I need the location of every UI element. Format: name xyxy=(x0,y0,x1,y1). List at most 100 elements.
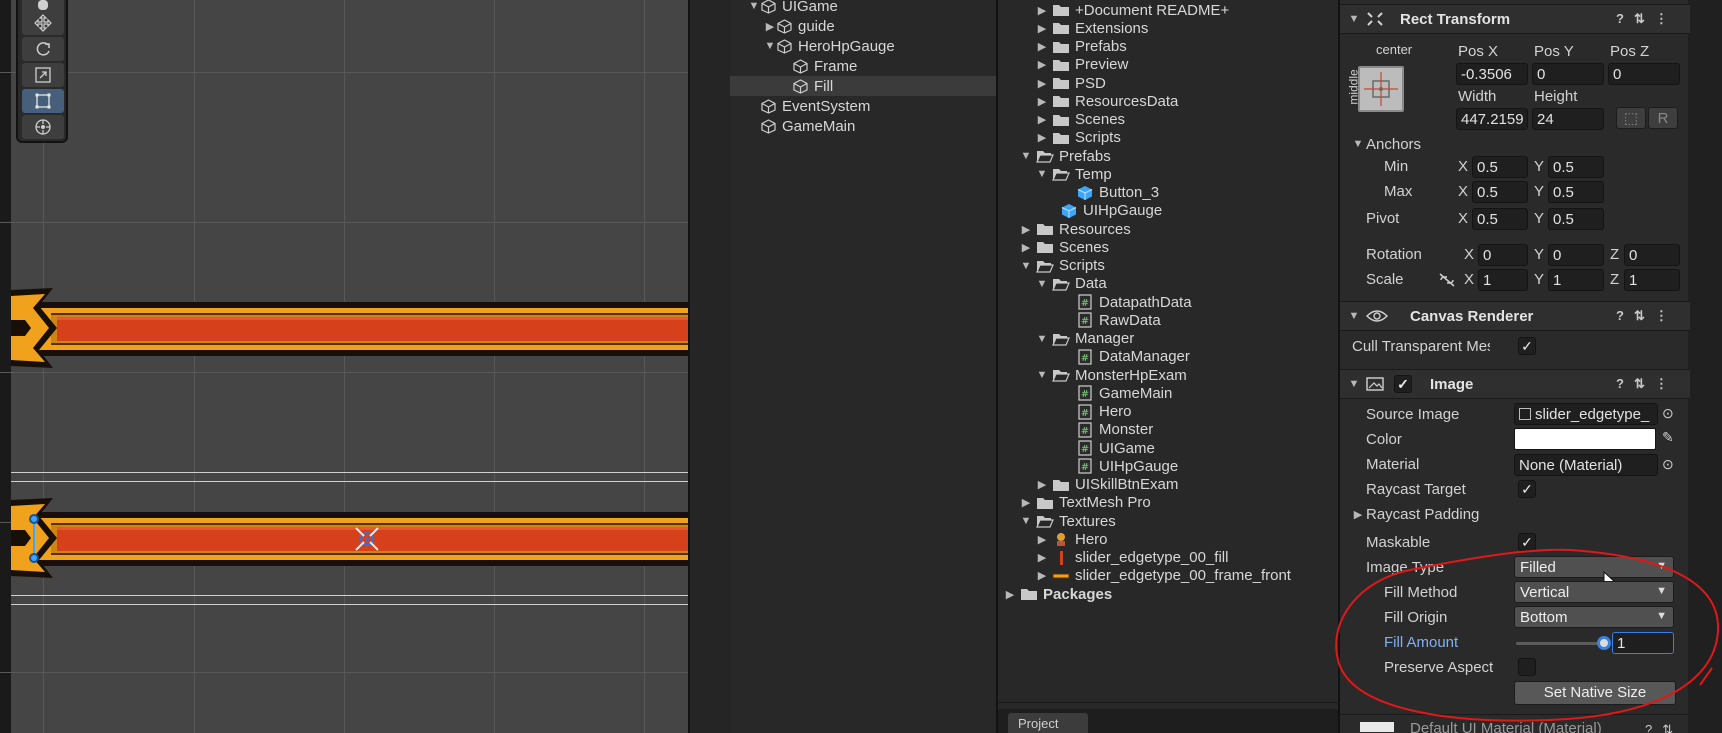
pos-z-field[interactable]: 0 xyxy=(1608,63,1680,85)
project-item[interactable]: ▶ UISkillBtnExam xyxy=(998,475,1338,495)
project-item[interactable]: ▼ Manager xyxy=(998,329,1338,349)
anchor-max-y-field[interactable]: 0.5 xyxy=(1548,181,1604,203)
expanded-arrow-icon[interactable]: ▼ xyxy=(1036,333,1048,345)
expanded-arrow-icon[interactable]: ▼ xyxy=(748,0,760,12)
expanded-arrow-icon[interactable]: ▼ xyxy=(1036,369,1048,381)
scale-tool-button[interactable] xyxy=(22,63,64,87)
collapsed-arrow-icon[interactable]: ▶ xyxy=(1036,478,1048,491)
scale-y-field[interactable]: 1 xyxy=(1548,269,1604,291)
preset-icon[interactable]: ⇅ xyxy=(1634,11,1645,27)
project-item[interactable]: ▶ slider_edgetype_00_frame_front xyxy=(998,566,1338,586)
height-field[interactable]: 24 xyxy=(1532,108,1604,130)
width-field[interactable]: 447.2159 xyxy=(1456,108,1528,130)
collapsed-arrow-icon[interactable]: ▶ xyxy=(1036,131,1048,144)
rect-transform-header[interactable]: ▼ Rect Transform ? ⇅ ⋮ xyxy=(1340,4,1690,34)
pivot-x-field[interactable]: 0.5 xyxy=(1472,208,1528,230)
canvas-renderer-header[interactable]: ▼ Canvas Renderer ? ⇅ ⋮ xyxy=(1340,301,1690,331)
expanded-arrow-icon[interactable]: ▼ xyxy=(1020,515,1032,527)
kebab-menu-icon[interactable]: ⋮ xyxy=(1655,308,1668,324)
project-item[interactable]: # UIGame xyxy=(998,438,1338,458)
project-item[interactable]: ▼ Scripts xyxy=(998,256,1338,276)
collapsed-arrow-icon[interactable]: ▶ xyxy=(1036,40,1048,53)
collapsed-arrow-icon[interactable]: ▶ xyxy=(1036,22,1048,35)
anchor-presets-button[interactable] xyxy=(1358,66,1404,112)
project-item[interactable]: ▶ +Document README+ xyxy=(998,0,1338,20)
project-item[interactable]: # DataManager xyxy=(998,347,1338,367)
project-item[interactable]: ▶ TextMesh Pro xyxy=(998,493,1338,513)
expanded-arrow-icon[interactable]: ▼ xyxy=(1020,260,1032,272)
collapsed-arrow-icon[interactable]: ▶ xyxy=(1036,95,1048,108)
scene-view[interactable] xyxy=(0,0,688,733)
preset-icon[interactable]: ⇅ xyxy=(1634,308,1645,324)
collapsed-arrow-icon[interactable]: ▶ xyxy=(1020,496,1032,509)
project-item[interactable]: # UIHpGauge xyxy=(998,456,1338,476)
tab-project[interactable]: Project xyxy=(1008,713,1088,733)
collapsed-arrow-icon[interactable]: ▶ xyxy=(1020,223,1032,236)
project-item[interactable]: ▶ Packages xyxy=(998,584,1338,604)
project-item[interactable]: # Monster xyxy=(998,420,1338,440)
project-item[interactable]: ▶ PSD xyxy=(998,73,1338,93)
help-icon[interactable]: ? xyxy=(1616,376,1624,392)
hp-gauge-fill-sprite[interactable] xyxy=(11,490,688,586)
hierarchy-item[interactable]: ▶ guide xyxy=(730,16,996,36)
project-item[interactable]: ▶ Scenes xyxy=(998,237,1338,257)
collapsed-arrow-icon[interactable]: ▶ xyxy=(1036,533,1048,546)
pivot-icon[interactable] xyxy=(352,524,382,554)
expanded-arrow-icon[interactable]: ▼ xyxy=(1020,150,1032,162)
cull-transparent-checkbox[interactable]: ✓ xyxy=(1518,337,1536,355)
project-item[interactable]: ▶ Resources xyxy=(998,219,1338,239)
project-item[interactable]: ▼ Temp xyxy=(998,164,1338,184)
project-item[interactable]: ▶ Scenes xyxy=(998,110,1338,130)
collapsed-arrow-icon[interactable]: ▶ xyxy=(764,20,776,33)
pivot-y-field[interactable]: 0.5 xyxy=(1548,208,1604,230)
hierarchy-item[interactable]: Fill xyxy=(730,76,996,96)
raycast-target-checkbox[interactable]: ✓ xyxy=(1518,480,1536,498)
pos-y-field[interactable]: 0 xyxy=(1532,63,1604,85)
project-item[interactable]: ▼ Textures xyxy=(998,511,1338,531)
project-item[interactable]: ▶ Extensions xyxy=(998,18,1338,38)
source-image-field[interactable]: slider_edgetype_ xyxy=(1514,403,1658,425)
kebab-menu-icon[interactable]: ⋮ xyxy=(1655,376,1668,392)
hierarchy-item[interactable]: Frame xyxy=(730,56,996,76)
project-item[interactable]: ▼ Prefabs xyxy=(998,146,1338,166)
project-item[interactable]: ▼ MonsterHpExam xyxy=(998,365,1338,385)
image-header[interactable]: ▼ ✓ Image ? ⇅ ⋮ xyxy=(1340,369,1690,399)
project-item[interactable]: ▶ slider_edgetype_00_fill xyxy=(998,548,1338,568)
project-item[interactable]: UIHpGauge xyxy=(998,201,1338,221)
project-item[interactable]: # DatapathData xyxy=(998,292,1338,312)
collapsed-arrow-icon[interactable]: ▶ xyxy=(1036,4,1048,17)
scale-z-field[interactable]: 1 xyxy=(1624,269,1680,291)
project-item[interactable]: ▶ Prefabs xyxy=(998,37,1338,57)
project-item[interactable]: ▶ Hero xyxy=(998,529,1338,549)
hp-gauge-frame-sprite[interactable] xyxy=(11,280,688,376)
object-picker-icon[interactable]: ⊙ xyxy=(1662,456,1674,473)
help-icon[interactable]: ? xyxy=(1616,11,1624,27)
image-enabled-checkbox[interactable]: ✓ xyxy=(1394,375,1412,393)
preset-icon[interactable]: ⇅ xyxy=(1634,376,1645,392)
anchors-collapse-arrow-icon[interactable]: ▼ xyxy=(1352,138,1364,150)
project-item[interactable]: ▼ Data xyxy=(998,274,1338,294)
rect-handle-top-left[interactable] xyxy=(29,514,39,524)
expanded-arrow-icon[interactable]: ▼ xyxy=(764,40,776,52)
scale-x-field[interactable]: 1 xyxy=(1478,269,1528,291)
collapsed-arrow-icon[interactable]: ▶ xyxy=(1036,58,1048,71)
project-item[interactable]: ▶ Preview xyxy=(998,55,1338,75)
hierarchy-item[interactable]: ▼ HeroHpGauge xyxy=(730,36,996,56)
transform-tool-button[interactable] xyxy=(22,115,64,139)
raw-edit-button[interactable]: R xyxy=(1648,107,1678,129)
hierarchy-item[interactable]: ▼ UIGame xyxy=(730,0,996,16)
anchor-max-x-field[interactable]: 0.5 xyxy=(1472,181,1528,203)
anchor-min-y-field[interactable]: 0.5 xyxy=(1548,156,1604,178)
rotation-y-field[interactable]: 0 xyxy=(1548,244,1604,266)
rotate-tool-button[interactable] xyxy=(22,37,64,61)
collapsed-arrow-icon[interactable]: ▶ xyxy=(1036,77,1048,90)
constrain-proportions-icon[interactable] xyxy=(1438,272,1456,288)
eyedropper-icon[interactable]: ✎ xyxy=(1662,429,1674,446)
collapsed-arrow-icon[interactable]: ▶ xyxy=(1020,241,1032,254)
collapsed-arrow-icon[interactable]: ▶ xyxy=(1004,588,1016,601)
collapsed-arrow-icon[interactable]: ▶ xyxy=(1036,551,1048,564)
project-item[interactable]: Button_3 xyxy=(998,183,1338,203)
raycast-padding-expand-icon[interactable]: ▶ xyxy=(1352,508,1364,521)
help-icon[interactable]: ? xyxy=(1616,308,1624,324)
rotation-z-field[interactable]: 0 xyxy=(1624,244,1680,266)
